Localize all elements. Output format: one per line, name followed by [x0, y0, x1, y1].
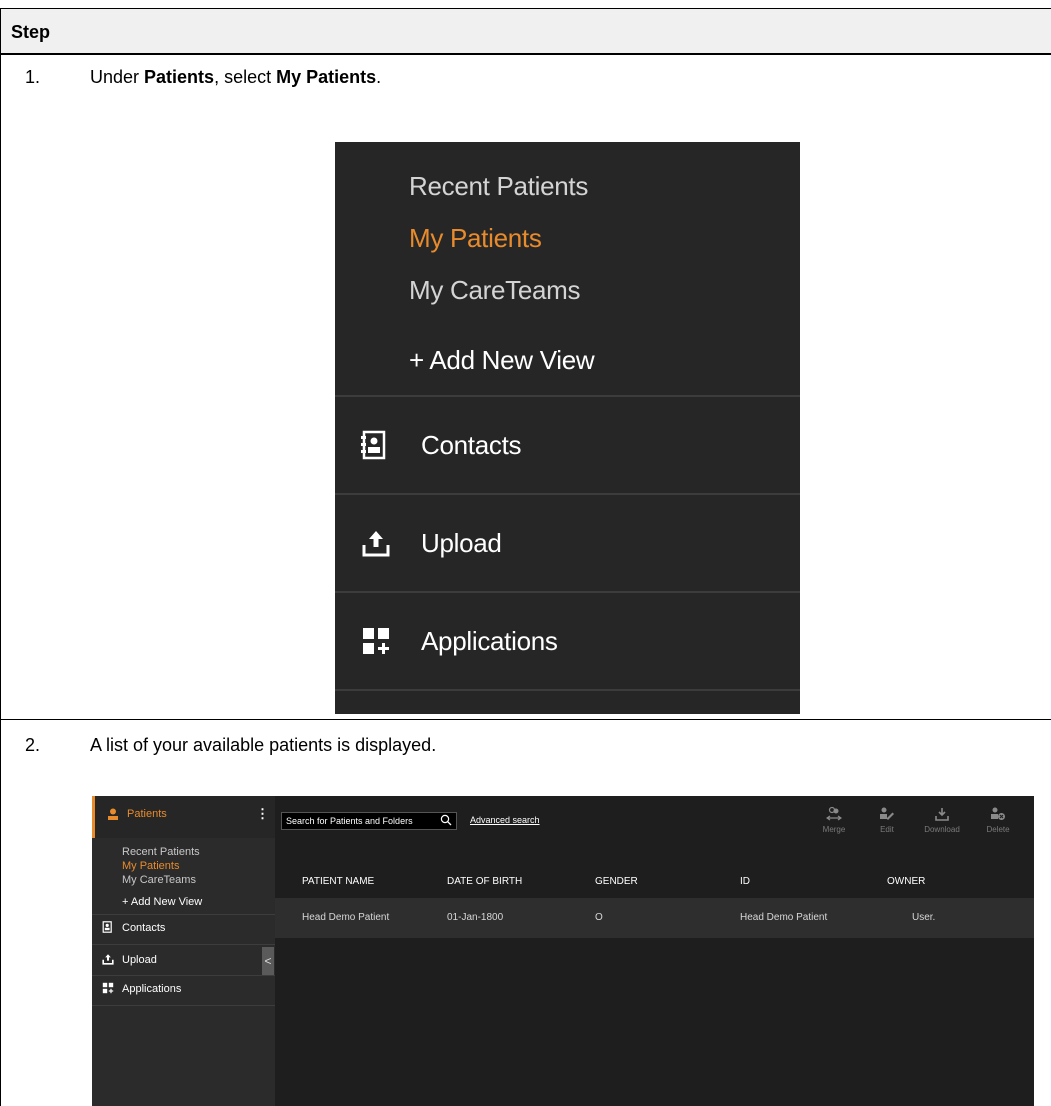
- search-input[interactable]: [286, 814, 432, 828]
- row-divider: [1, 719, 1051, 720]
- delete-button[interactable]: Delete: [980, 806, 1016, 842]
- menu-item-add-new-view[interactable]: + Add New View: [409, 345, 595, 376]
- delete-user-icon: [991, 807, 1005, 820]
- sidebar-item-patients[interactable]: Patients ⋮: [92, 796, 275, 838]
- sidebar-item-applications-label: Applications: [122, 983, 182, 995]
- edit-user-icon: [880, 807, 894, 820]
- menu-zoom-figure: Recent Patients My Patients My CareTeams…: [335, 142, 800, 714]
- download-icon: [935, 808, 949, 821]
- contacts-book-icon: [361, 430, 386, 460]
- upload-icon: [102, 954, 114, 965]
- delete-label: Delete: [986, 825, 1010, 834]
- column-header-gender[interactable]: GENDER: [595, 876, 638, 887]
- step-1-number: 1.: [25, 67, 41, 87]
- sidebar: Patients ⋮ Recent Patients My Patients M…: [92, 796, 275, 1106]
- person-icon: [108, 808, 118, 820]
- column-header-owner[interactable]: OWNER: [887, 876, 925, 887]
- menu-item-recent-patients[interactable]: Recent Patients: [409, 171, 588, 202]
- edit-label: Edit: [880, 825, 894, 834]
- cell-date-of-birth: 01-Jan-1800: [447, 912, 504, 923]
- sidebar-item-contacts-label: Contacts: [122, 922, 166, 934]
- menu-section-applications[interactable]: Applications: [335, 593, 800, 689]
- applications-grid-icon: [102, 982, 114, 994]
- cell-gender: O: [595, 912, 603, 923]
- patient-table-header: PATIENT NAME DATE OF BIRTH GENDER ID OWN…: [275, 867, 1034, 895]
- download-label: Download: [924, 825, 960, 834]
- applications-grid-icon: [363, 628, 389, 654]
- search-icon[interactable]: [440, 814, 452, 826]
- sidebar-subitem-my-patients[interactable]: My Patients: [122, 860, 179, 872]
- sidebar-subitem-recent-patients[interactable]: Recent Patients: [122, 846, 200, 858]
- menu-section-contacts-label: Contacts: [421, 430, 522, 460]
- main-panel: Advanced search Merge Edit Download: [275, 796, 1034, 1106]
- kebab-menu-icon[interactable]: ⋮: [256, 806, 269, 822]
- sidebar-divider: [92, 1005, 275, 1006]
- column-header-date-of-birth[interactable]: DATE OF BIRTH: [447, 876, 522, 887]
- sidebar-item-patients-label: Patients: [127, 808, 167, 820]
- download-button[interactable]: Download: [924, 806, 960, 842]
- sidebar-divider: [92, 914, 275, 915]
- contacts-book-icon: [102, 921, 112, 933]
- menu-section-upload-label: Upload: [421, 528, 502, 558]
- menu-divider: [335, 689, 800, 691]
- merge-label: Merge: [822, 825, 846, 834]
- edit-button[interactable]: Edit: [869, 806, 905, 842]
- table-header-row: Step: [1, 9, 1051, 55]
- column-header-patient-name[interactable]: PATIENT NAME: [302, 876, 374, 887]
- advanced-search-link[interactable]: Advanced search: [470, 815, 540, 825]
- upload-icon: [362, 531, 390, 557]
- step-2-number: 2.: [25, 735, 41, 755]
- sidebar-divider: [92, 975, 275, 976]
- menu-item-my-patients[interactable]: My Patients: [409, 223, 542, 254]
- merge-icon: [826, 806, 842, 821]
- table-header-step: Step: [11, 22, 51, 42]
- column-header-id[interactable]: ID: [740, 876, 750, 887]
- cell-owner: User.: [912, 912, 936, 923]
- step-2-text: A list of your available patients is dis…: [90, 735, 437, 755]
- sidebar-divider: [92, 944, 275, 945]
- cell-id: Head Demo Patient: [740, 912, 828, 923]
- sidebar-item-upload-label: Upload: [122, 954, 157, 966]
- menu-item-my-careteams[interactable]: My CareTeams: [409, 275, 581, 306]
- cell-patient-name: Head Demo Patient: [302, 912, 390, 923]
- sidebar-add-new-view[interactable]: + Add New View: [122, 896, 202, 908]
- search-field[interactable]: [281, 812, 457, 830]
- sidebar-collapse-button[interactable]: <: [262, 947, 274, 975]
- table-row[interactable]: Head Demo Patient 01-Jan-1800 O Head Dem…: [275, 898, 1034, 938]
- merge-button[interactable]: Merge: [816, 806, 852, 842]
- menu-section-applications-label: Applications: [421, 626, 558, 656]
- menu-section-upload[interactable]: Upload: [335, 495, 800, 591]
- sidebar-subitem-my-careteams[interactable]: My CareTeams: [122, 874, 196, 886]
- step-1-text: Under Patients, select My Patients.: [90, 67, 382, 87]
- patient-list-screenshot: Patients ⋮ Recent Patients My Patients M…: [92, 796, 1034, 1106]
- menu-section-contacts[interactable]: Contacts: [335, 397, 800, 493]
